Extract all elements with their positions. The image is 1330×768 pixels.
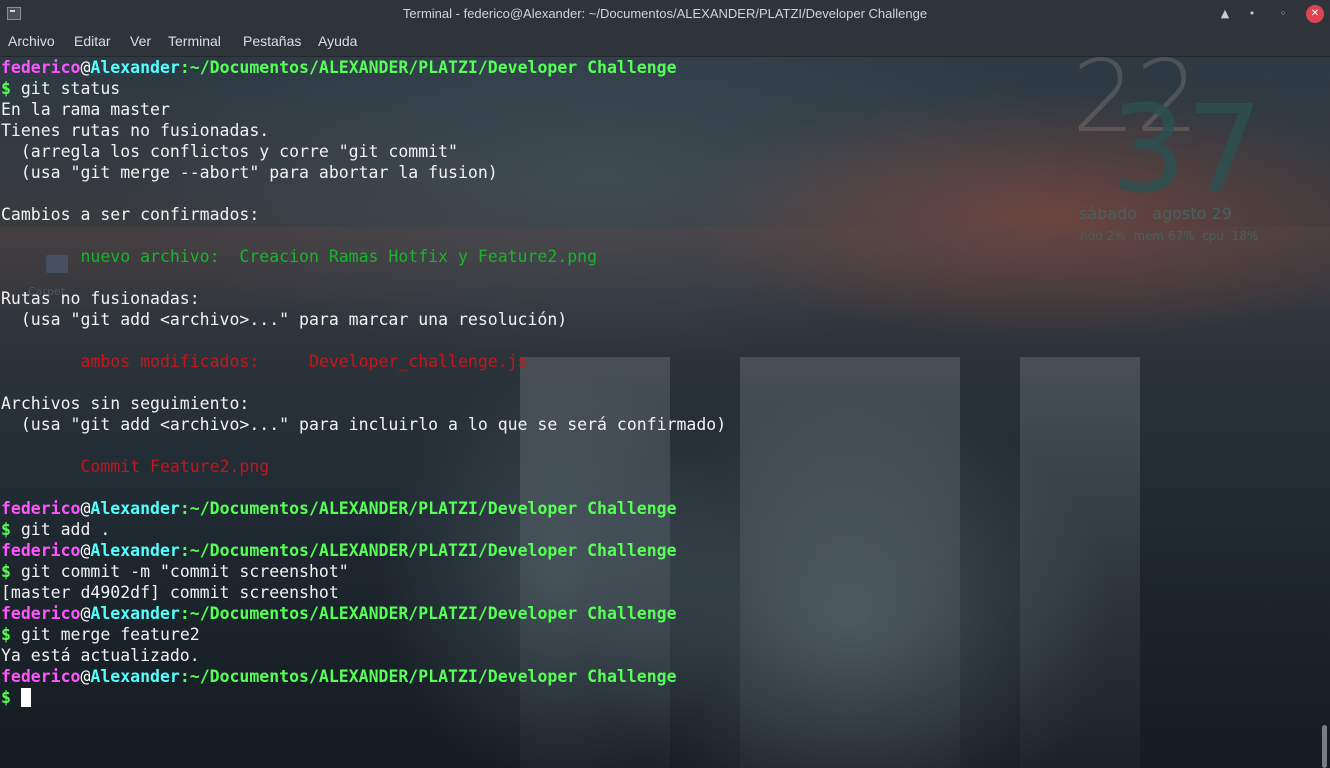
prompt-path: :~/Documentos/ALEXANDER/PLATZI/Developer… (179, 667, 677, 686)
prompt-at: @ (80, 667, 91, 686)
vertical-scrollbar[interactable] (1320, 57, 1330, 768)
text-cursor[interactable] (20, 688, 31, 707)
command-line: $ git merge feature2 (1, 624, 200, 645)
output-line: Cambios a ser confirmados: (1, 205, 260, 224)
active-command-line[interactable]: $ (1, 687, 31, 708)
prompt-host: Alexander (90, 499, 180, 518)
prompt-path: :~/Documentos/ALEXANDER/PLATZI/Developer… (179, 499, 677, 518)
scrollbar-thumb[interactable] (1322, 725, 1327, 768)
prompt-at: @ (80, 604, 91, 623)
prompt-host: Alexander (90, 667, 180, 686)
command-line: $ git commit -m "commit screenshot" (1, 561, 349, 582)
prompt-user: federico (1, 667, 81, 686)
unmerged-file-line: ambos modificados: Developer_challenge.j… (1, 352, 528, 371)
system-stats: hdd 2% mem 67% cpu 18% (1080, 229, 1259, 243)
menu-ver[interactable]: Ver (130, 33, 151, 49)
prompt-user: federico (1, 604, 81, 623)
menu-ayuda[interactable]: Ayuda (318, 33, 357, 49)
staged-file-line: nuevo archivo: Creacion Ramas Hotfix y F… (1, 247, 598, 266)
menu-terminal[interactable]: Terminal (168, 33, 221, 49)
prompt-at: @ (80, 541, 91, 560)
command-line: $ git status (1, 78, 120, 99)
prompt-path: :~/Documentos/ALEXANDER/PLATZI/Developer… (179, 604, 677, 623)
untracked-file-line: Commit Feature2.png (1, 457, 270, 476)
prompt-dollar: $ (1, 562, 21, 581)
prompt-at: @ (80, 499, 91, 518)
prompt-line: federico@Alexander:~/Documentos/ALEXANDE… (1, 603, 677, 624)
output-line: Ya está actualizado. (1, 646, 200, 665)
minimize-button[interactable]: • (1243, 5, 1261, 23)
prompt-host: Alexander (90, 58, 180, 77)
output-line: [master d4902df] commit screenshot (1, 583, 339, 602)
prompt-line: federico@Alexander:~/Documentos/ALEXANDE… (1, 498, 677, 519)
prompt-host: Alexander (90, 541, 180, 560)
prompt-path: :~/Documentos/ALEXANDER/PLATZI/Developer… (179, 58, 677, 77)
menu-bar: Archivo Editar Ver Terminal Pestañas Ayu… (0, 29, 1330, 57)
command-text: git status (20, 79, 121, 98)
output-line: (usa "git merge --abort" para abortar la… (1, 163, 498, 182)
clock-minute: 37 (1110, 81, 1263, 220)
keep-above-button[interactable]: ▲ (1216, 5, 1234, 23)
maximize-button[interactable]: ◦ (1274, 5, 1292, 23)
prompt-host: Alexander (90, 604, 180, 623)
menu-editar[interactable]: Editar (74, 33, 111, 49)
wallpaper-waterfall (740, 357, 960, 768)
output-line: Archivos sin seguimiento: (1, 394, 250, 413)
prompt-line: federico@Alexander:~/Documentos/ALEXANDE… (1, 57, 677, 78)
menu-archivo[interactable]: Archivo (8, 33, 55, 49)
output-line: En la rama master (1, 100, 170, 119)
close-button[interactable]: ✕ (1306, 5, 1324, 23)
clock-widget: 22 37 sábado agosto 29 hdd 2% mem 67% cp… (1070, 57, 1330, 257)
terminal-window: Terminal - federico@Alexander: ~/Documen… (0, 0, 1330, 768)
terminal-output[interactable]: Carpet 22 37 sábado agosto 29 hdd 2% mem… (0, 57, 1330, 768)
prompt-user: federico (1, 499, 81, 518)
prompt-path: :~/Documentos/ALEXANDER/PLATZI/Developer… (179, 541, 677, 560)
clock-date: sábado agosto 29 (1079, 204, 1232, 223)
prompt-user: federico (1, 541, 81, 560)
output-line: Rutas no fusionadas: (1, 289, 200, 308)
prompt-dollar: $ (1, 520, 21, 539)
command-text: git add . (20, 520, 111, 539)
output-line: (usa "git add <archivo>..." para marcar … (1, 310, 568, 329)
window-title: Terminal - federico@Alexander: ~/Documen… (402, 6, 928, 21)
wallpaper-waterfall (1020, 357, 1140, 768)
prompt-dollar: $ (1, 625, 21, 644)
prompt-dollar: $ (1, 79, 21, 98)
output-line: (arregla los conflictos y corre "git com… (1, 142, 458, 161)
command-text: git merge feature2 (20, 625, 200, 644)
prompt-line: federico@Alexander:~/Documentos/ALEXANDE… (1, 540, 677, 561)
command-text: git commit -m "commit screenshot" (20, 562, 349, 581)
prompt-at: @ (80, 58, 91, 77)
command-line: $ git add . (1, 519, 110, 540)
output-line: (usa "git add <archivo>..." para incluir… (1, 415, 727, 434)
prompt-dollar: $ (1, 688, 21, 707)
prompt-line: federico@Alexander:~/Documentos/ALEXANDE… (1, 666, 677, 687)
output-line: Tienes rutas no fusionadas. (1, 121, 270, 140)
menu-pestanas[interactable]: Pestañas (243, 33, 301, 49)
prompt-user: federico (1, 58, 81, 77)
title-bar[interactable]: Terminal - federico@Alexander: ~/Documen… (0, 0, 1330, 29)
